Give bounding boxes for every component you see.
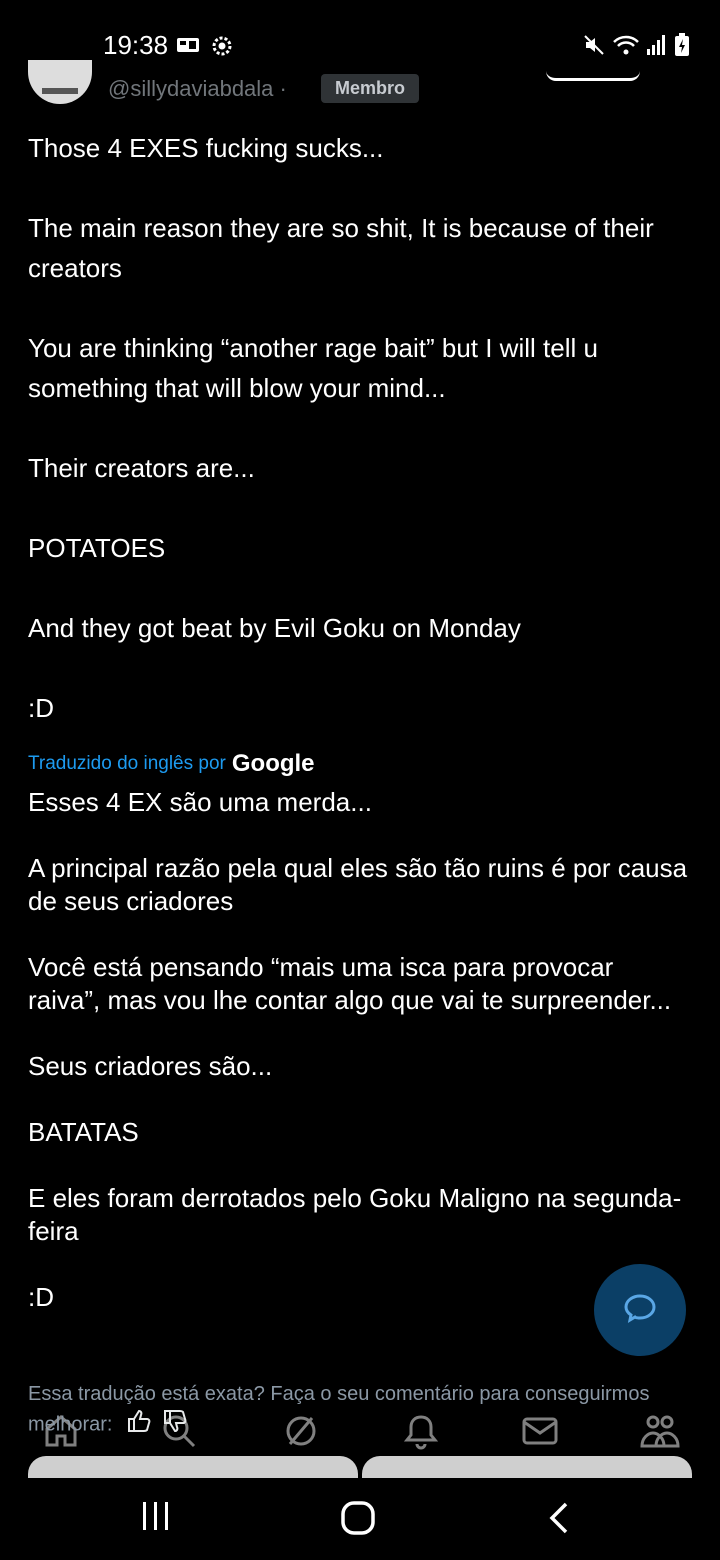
network-badge-icon [176, 34, 202, 63]
recent-apps-icon[interactable] [140, 1498, 172, 1539]
media-thumbnail[interactable] [28, 1456, 358, 1478]
author-handle[interactable]: @sillydaviabdala · [108, 76, 287, 102]
post-line: The main reason they are so shit, It is … [28, 213, 654, 283]
thumbs-up-icon[interactable] [126, 1408, 152, 1442]
feedback-text: Essa tradução está exata? Faça o seu com… [28, 1383, 650, 1436]
translated-line: :D [28, 1282, 54, 1312]
thumbs-down-icon[interactable] [162, 1408, 188, 1442]
system-navigation-bar [0, 1478, 720, 1560]
compose-fab[interactable] [594, 1264, 686, 1356]
post-line: Their creators are... [28, 453, 255, 483]
post-line: You are thinking “another rage bait” but… [28, 333, 598, 403]
post-line: :D [28, 693, 54, 723]
translated-line: Você está pensando “mais uma isca para p… [28, 952, 672, 1015]
status-time: 19:38 [103, 30, 169, 60]
media-thumbnail[interactable] [362, 1456, 692, 1478]
wifi-icon [612, 33, 640, 62]
settings-icon [210, 34, 234, 63]
translated-line: E eles foram derrotados pelo Goku Malign… [28, 1183, 682, 1246]
post-line: And they got beat by Evil Goku on Monday [28, 613, 521, 643]
translated-line: Esses 4 EX são uma merda... [28, 787, 372, 817]
signal-icon [646, 34, 668, 61]
post-line: POTATOES [28, 533, 166, 563]
translation-attribution[interactable]: Traduzido do inglês por Google [28, 750, 688, 778]
follow-button-edge[interactable] [546, 70, 640, 81]
member-badge: Membro [321, 74, 420, 103]
original-text: Those 4 EXES fucking sucks... The main r… [28, 128, 688, 728]
translated-text: Esses 4 EX são uma merda... A principal … [28, 786, 688, 1314]
home-button-icon[interactable] [338, 1498, 378, 1543]
post-body: Those 4 EXES fucking sucks... The main r… [28, 128, 688, 1314]
translated-line: A principal razão pela qual eles são tão… [28, 853, 688, 916]
avatar[interactable] [28, 60, 92, 104]
battery-charging-icon [674, 33, 690, 62]
chat-bubble-icon [620, 1288, 660, 1333]
mute-icon [582, 33, 606, 62]
back-icon[interactable] [544, 1498, 574, 1543]
post-line: Those 4 EXES fucking sucks... [28, 133, 384, 163]
translated-line: BATATAS [28, 1117, 139, 1147]
translated-line: Seus criadores são... [28, 1051, 273, 1081]
google-logo: Google [231, 750, 315, 777]
translation-feedback: Essa tradução está exata? Faça o seu com… [28, 1380, 688, 1442]
media-preview-strip[interactable] [28, 1456, 692, 1478]
translated-by-label: Traduzido do inglês por [28, 753, 226, 774]
